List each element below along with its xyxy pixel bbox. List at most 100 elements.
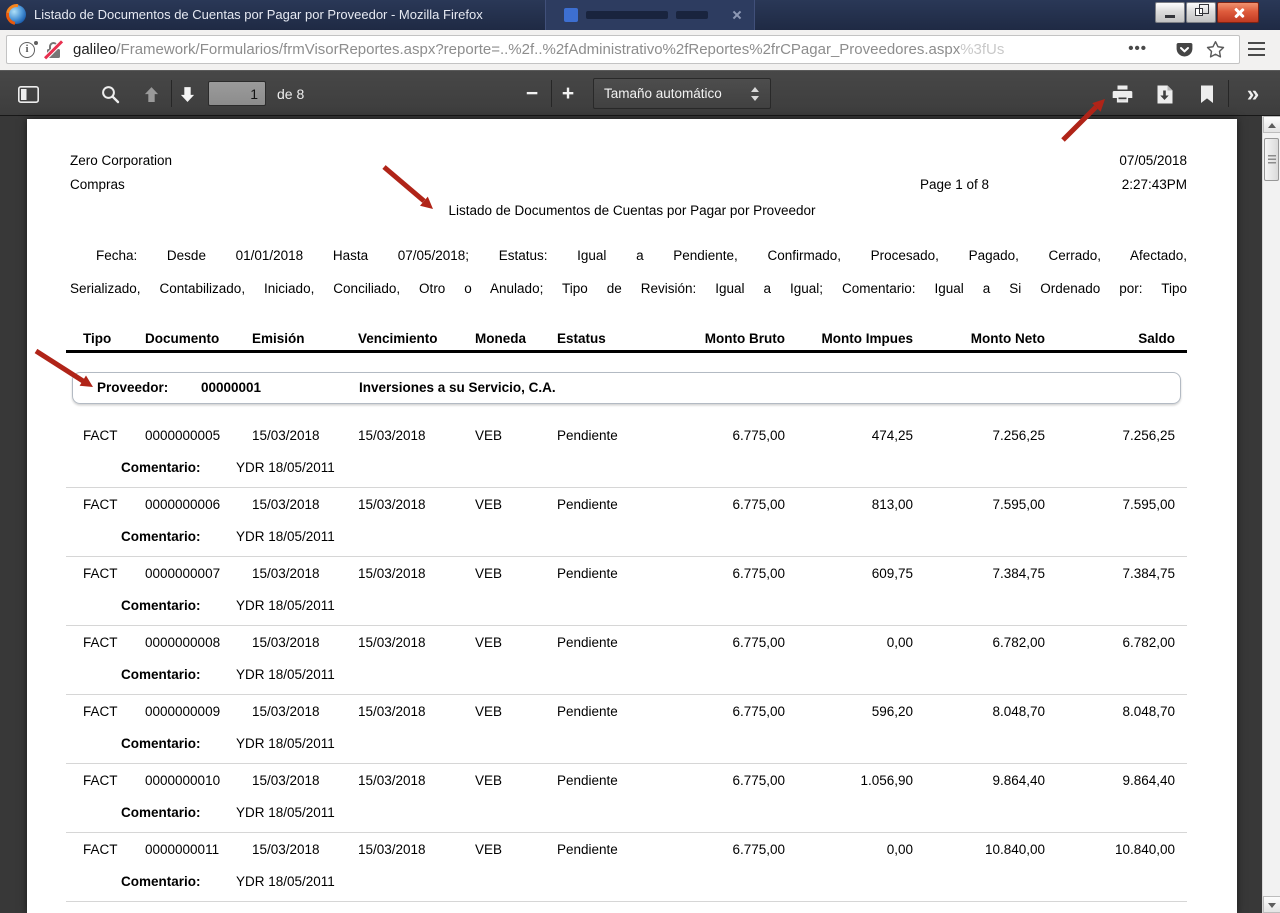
background-tab-text	[586, 11, 668, 19]
hamburger-menu-icon[interactable]	[1248, 42, 1266, 57]
cell-vencimiento: 15/03/2018	[358, 566, 475, 581]
cell-documento: 0000000011	[145, 842, 252, 857]
comment-value: YDR 18/05/2011	[236, 460, 335, 475]
bookmark-icon	[1200, 85, 1214, 104]
scroll-down-button[interactable]	[1263, 896, 1280, 913]
cell-monto-impues: 813,00	[785, 497, 913, 512]
scroll-up-button[interactable]	[1263, 116, 1280, 133]
url-host: galileo	[73, 41, 116, 58]
plus-icon: +	[562, 80, 574, 108]
insecure-lock-icon[interactable]	[45, 41, 63, 59]
close-icon	[1233, 7, 1245, 19]
scrollbar-thumb[interactable]	[1264, 138, 1279, 181]
report-module: Compras	[70, 177, 125, 193]
header-monto-bruto: Monto Bruto	[655, 331, 785, 346]
download-button[interactable]	[1148, 79, 1180, 109]
document-line: FACT 0000000009 15/03/2018 15/03/2018 VE…	[66, 704, 1187, 719]
background-tab-close-icon[interactable]	[732, 10, 742, 20]
url-bar[interactable]: i galileo/Framework/Formularios/frmVisor…	[6, 35, 1240, 64]
document-line: FACT 0000000007 15/03/2018 15/03/2018 VE…	[66, 566, 1187, 581]
report-time: 2:27:43PM	[1122, 177, 1187, 193]
cell-saldo: 8.048,70	[1045, 704, 1175, 719]
header-documento: Documento	[145, 331, 252, 346]
filter-line-2: Serializado, Contabilizado, Iniciado, Co…	[70, 272, 1187, 305]
bookmark-current-view-button[interactable]	[1193, 79, 1221, 109]
next-page-button[interactable]	[172, 79, 202, 109]
zoom-out-button[interactable]: −	[517, 79, 547, 109]
site-identity-icon[interactable]: i	[19, 42, 35, 58]
header-tipo: Tipo	[83, 331, 145, 346]
cell-monto-impues: 0,00	[785, 635, 913, 650]
cell-documento: 0000000007	[145, 566, 252, 581]
cell-documento: 0000000010	[145, 773, 252, 788]
cell-monto-neto: 7.256,25	[913, 428, 1045, 443]
cell-moneda: VEB	[475, 773, 557, 788]
pdf-viewer-canvas: Zero Corporation Compras 07/05/2018 Page…	[0, 116, 1280, 913]
close-button[interactable]	[1217, 2, 1259, 23]
cell-monto-impues: 474,25	[785, 428, 913, 443]
report-page-label: Page 1 of 8	[920, 177, 989, 193]
cell-vencimiento: 15/03/2018	[358, 497, 475, 512]
pocket-icon[interactable]	[1176, 41, 1193, 64]
bookmark-star-icon[interactable]	[1206, 40, 1225, 64]
cell-tipo: FACT	[83, 497, 145, 512]
url-text: galileo/Framework/Formularios/frmVisorRe…	[73, 36, 1004, 63]
cell-documento: 0000000009	[145, 704, 252, 719]
clipped-next-row: FACT 0000000011 15/03/2018 15/03/2018 VE…	[66, 902, 1187, 913]
comment-label: Comentario:	[121, 874, 201, 889]
cell-monto-impues: 0,00	[785, 842, 913, 857]
pdf-viewer-toolbar: de 8 − + Tamaño automático »	[0, 70, 1280, 116]
cell-estatus: Pendiente	[557, 497, 655, 512]
cell-emision: 15/03/2018	[252, 566, 358, 581]
cell-saldo: 10.840,00	[1045, 842, 1175, 857]
report-date: 07/05/2018	[1119, 153, 1187, 169]
cell-monto-bruto: 6.775,00	[655, 704, 785, 719]
comment-value: YDR 18/05/2011	[236, 529, 335, 544]
cell-monto-neto: 8.048,70	[913, 704, 1045, 719]
cell-moneda: VEB	[475, 497, 557, 512]
browser-chrome-bar: i galileo/Framework/Formularios/frmVisor…	[0, 30, 1280, 70]
download-icon	[1156, 85, 1173, 104]
header-moneda: Moneda	[475, 331, 557, 346]
print-button[interactable]	[1106, 79, 1138, 109]
url-path: /Framework/Formularios/frmVisorReportes.…	[116, 41, 960, 58]
more-tools-button[interactable]: »	[1236, 79, 1270, 109]
background-window-tab[interactable]	[545, 0, 755, 30]
cell-monto-bruto: 6.775,00	[655, 428, 785, 443]
cell-emision: 15/03/2018	[252, 635, 358, 650]
cell-moneda: VEB	[475, 635, 557, 650]
restore-button[interactable]	[1186, 2, 1216, 23]
scroll-up-icon	[1268, 123, 1276, 128]
page-actions-icon[interactable]: •••	[1128, 36, 1147, 63]
comment-label: Comentario:	[121, 529, 201, 544]
comment-value: YDR 18/05/2011	[236, 874, 335, 889]
restore-icon	[1195, 8, 1203, 16]
previous-page-button[interactable]	[136, 79, 166, 109]
page-down-icon	[179, 86, 196, 103]
document-line: FACT 0000000008 15/03/2018 15/03/2018 VE…	[66, 635, 1187, 650]
cell-emision: 15/03/2018	[252, 428, 358, 443]
cell-moneda: VEB	[475, 428, 557, 443]
page-number-input[interactable]	[208, 81, 266, 106]
report-company: Zero Corporation	[70, 153, 172, 169]
cell-vencimiento: 15/03/2018	[358, 635, 475, 650]
vertical-scrollbar[interactable]	[1262, 116, 1280, 913]
page-count-label: de 8	[277, 71, 304, 117]
cell-emision: 15/03/2018	[252, 842, 358, 857]
cell-emision: 15/03/2018	[252, 497, 358, 512]
sidebar-toggle-button[interactable]	[13, 79, 43, 109]
find-button[interactable]	[95, 79, 125, 109]
cell-tipo: FACT	[83, 428, 145, 443]
cell-vencimiento: 15/03/2018	[358, 773, 475, 788]
comment-label: Comentario:	[121, 667, 201, 682]
url-tail: %3fUs	[960, 41, 1004, 58]
zoom-level-select[interactable]: Tamaño automático	[593, 78, 771, 109]
zoom-in-button[interactable]: +	[553, 79, 583, 109]
cell-monto-bruto: 6.775,00	[655, 773, 785, 788]
cell-vencimiento: 15/03/2018	[358, 704, 475, 719]
cell-saldo: 7.384,75	[1045, 566, 1175, 581]
minimize-button[interactable]	[1155, 2, 1185, 23]
document-line: FACT 0000000010 15/03/2018 15/03/2018 VE…	[66, 773, 1187, 788]
toolbar-separator	[551, 80, 552, 107]
cell-tipo: FACT	[83, 704, 145, 719]
